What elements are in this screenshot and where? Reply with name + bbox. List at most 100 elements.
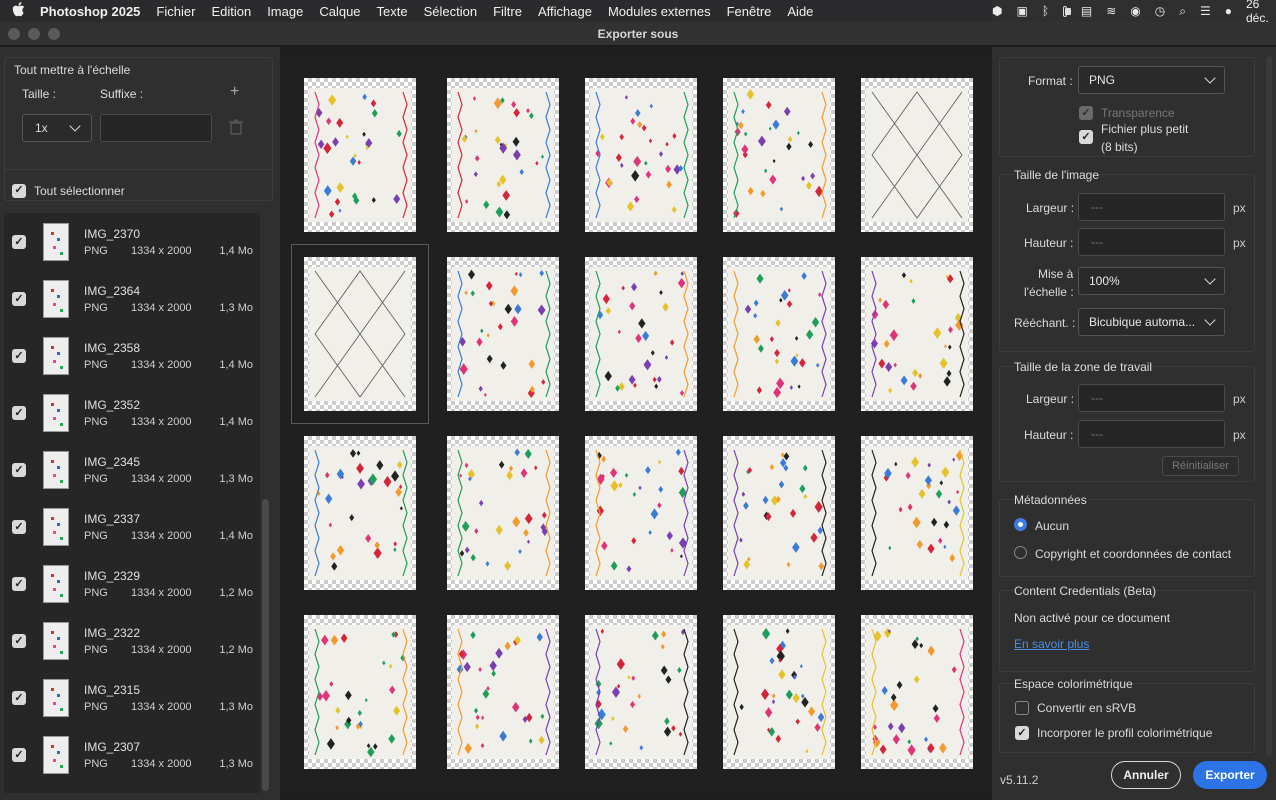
file-list-scrollbar[interactable] (262, 499, 269, 791)
menu-image[interactable]: Image (267, 4, 303, 19)
list-item[interactable]: ✓ IMG_2322 PNG 1334 x 2000 1,2 Mo (4, 612, 260, 669)
trash-icon[interactable] (229, 119, 243, 135)
rug-preview[interactable] (447, 257, 559, 411)
file-checkbox[interactable]: ✓ (12, 577, 26, 591)
rug-preview[interactable] (585, 436, 697, 590)
menu-edition[interactable]: Edition (211, 4, 251, 19)
menu-filtre[interactable]: Filtre (493, 4, 522, 19)
rug-preview[interactable] (447, 78, 559, 232)
right-panel-scrollbar[interactable] (1266, 56, 1272, 756)
list-item[interactable]: ✓ IMG_2352 PNG 1334 x 2000 1,4 Mo (4, 384, 260, 441)
battery-icon[interactable] (1063, 5, 1071, 17)
list-item[interactable]: ✓ IMG_2370 PNG 1334 x 2000 1,4 Mo (4, 213, 260, 270)
image-scale-select[interactable]: 100% (1078, 267, 1225, 295)
file-checkbox[interactable]: ✓ (12, 406, 26, 420)
rug-pattern (457, 448, 551, 577)
canvas-width-input[interactable] (1078, 384, 1225, 412)
close-window-button[interactable] (8, 28, 20, 40)
suffix-input[interactable] (100, 114, 212, 142)
menu-aide[interactable]: Aide (787, 4, 813, 19)
rug-pattern (733, 88, 827, 219)
list-item[interactable]: ✓ IMG_2364 PNG 1334 x 2000 1,3 Mo (4, 270, 260, 327)
menu-texte[interactable]: Texte (377, 4, 408, 19)
time-machine-icon[interactable]: ◷ (1155, 4, 1165, 18)
image-size-title: Taille de l'image (1014, 168, 1100, 182)
rug-preview[interactable] (723, 257, 835, 411)
rug-preview[interactable] (585, 257, 697, 411)
keyboard-icon[interactable]: ▤ (1081, 4, 1092, 18)
rug-preview[interactable] (723, 78, 835, 232)
add-scale-icon[interactable]: + (230, 83, 239, 101)
control-center-icon[interactable]: ☰ (1200, 4, 1211, 18)
file-checkbox[interactable]: ✓ (12, 520, 26, 534)
export-button[interactable]: Exporter (1193, 761, 1267, 789)
menu-selection[interactable]: Sélection (424, 4, 477, 19)
convert-srgb-checkbox[interactable] (1015, 701, 1029, 715)
menu-fenetre[interactable]: Fenêtre (727, 4, 772, 19)
file-checkbox[interactable]: ✓ (12, 691, 26, 705)
rug-preview[interactable] (447, 615, 559, 769)
menu-fichier[interactable]: Fichier (156, 4, 195, 19)
rug-preview[interactable] (585, 615, 697, 769)
rug-preview[interactable] (447, 436, 559, 590)
resample-label: Rééchant. : (1014, 316, 1076, 330)
embed-profile-checkbox[interactable]: ✓ (1015, 726, 1029, 740)
rug-preview[interactable] (723, 615, 835, 769)
file-checkbox[interactable]: ✓ (12, 292, 26, 306)
user-icon[interactable]: ◉ (1130, 4, 1140, 18)
rug-preview[interactable] (585, 78, 697, 232)
file-checkbox[interactable]: ✓ (12, 235, 26, 249)
rug-preview[interactable] (861, 78, 973, 232)
menu-modules-externes[interactable]: Modules externes (608, 4, 711, 19)
apple-icon[interactable] (12, 2, 26, 20)
list-item[interactable]: ✓ IMG_2329 PNG 1334 x 2000 1,2 Mo (4, 555, 260, 612)
menu-calque[interactable]: Calque (319, 4, 360, 19)
rug-preview[interactable] (861, 257, 973, 411)
cancel-button[interactable]: Annuler (1111, 761, 1181, 789)
creative-cloud-icon[interactable]: ⬢ (992, 4, 1002, 18)
metadata-copyright-radio[interactable] (1014, 546, 1027, 559)
list-item[interactable]: ✓ IMG_2345 PNG 1334 x 2000 1,3 Mo (4, 441, 260, 498)
list-item[interactable]: ✓ IMG_2358 PNG 1334 x 2000 1,4 Mo (4, 327, 260, 384)
menu-affichage[interactable]: Affichage (538, 4, 592, 19)
format-select[interactable]: PNG (1078, 66, 1225, 94)
left-panel: Tout mettre à l'échelle Taille : Suffixe… (0, 47, 280, 800)
select-all-checkbox[interactable]: ✓ (12, 183, 26, 198)
minimize-window-button[interactable] (28, 28, 40, 40)
rug-preview[interactable] (861, 615, 973, 769)
image-width-input[interactable] (1078, 193, 1225, 221)
select-all-row[interactable]: ✓ Tout sélectionner (4, 169, 273, 211)
list-item[interactable]: ✓ IMG_2307 PNG 1334 x 2000 1,3 Mo (4, 726, 260, 783)
file-format: PNG (84, 359, 108, 371)
rug-preview[interactable] (304, 78, 416, 232)
search-icon[interactable]: ⌕ (1179, 4, 1186, 18)
siri-icon[interactable]: ● (1225, 4, 1232, 18)
rug-preview[interactable] (304, 436, 416, 590)
rug-preview[interactable] (291, 244, 429, 424)
list-item[interactable]: ✓ IMG_2315 PNG 1334 x 2000 1,3 Mo (4, 669, 260, 726)
resample-select[interactable]: Bicubique automa... (1078, 308, 1225, 336)
file-checkbox[interactable]: ✓ (12, 634, 26, 648)
smaller-file-checkbox[interactable]: ✓ (1079, 130, 1093, 144)
bluetooth-icon[interactable]: ᛒ (1042, 4, 1049, 18)
rug-preview[interactable] (304, 615, 416, 769)
learn-more-link[interactable]: En savoir plus (1014, 637, 1089, 651)
menu-app-name[interactable]: Photoshop 2025 (40, 4, 140, 19)
rug-preview[interactable] (723, 436, 835, 590)
transparency-checkbox[interactable]: ✓ (1079, 106, 1093, 120)
chevron-down-icon (1204, 273, 1216, 285)
scale-select[interactable]: 1x (22, 114, 92, 142)
rug-preview[interactable] (861, 436, 973, 590)
file-checkbox[interactable]: ✓ (12, 349, 26, 363)
wifi-icon[interactable]: ≋ (1106, 4, 1116, 18)
metadata-none-radio[interactable] (1014, 518, 1027, 531)
image-height-input[interactable] (1078, 228, 1225, 256)
canvas-height-input[interactable] (1078, 420, 1225, 448)
screen-share-icon[interactable]: ▣ (1016, 4, 1027, 18)
file-checkbox[interactable]: ✓ (12, 463, 26, 477)
list-item[interactable]: ✓ IMG_2337 PNG 1334 x 2000 1,4 Mo (4, 498, 260, 555)
zoom-window-button[interactable] (48, 28, 60, 40)
reset-button[interactable]: Réinitialiser (1162, 456, 1239, 476)
file-checkbox[interactable]: ✓ (12, 748, 26, 762)
chevron-down-icon (1204, 314, 1216, 326)
